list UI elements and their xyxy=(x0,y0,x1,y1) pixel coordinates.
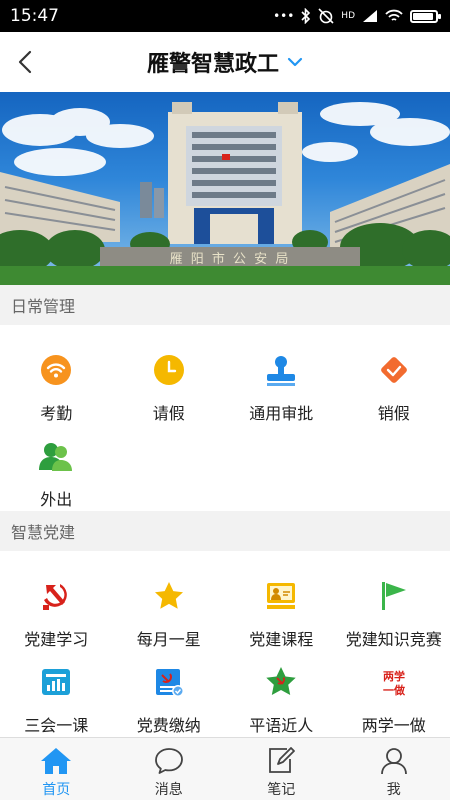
tab-messages[interactable]: 消息 xyxy=(113,738,226,800)
alarm-off-icon xyxy=(318,8,334,24)
grid-label: 考勤 xyxy=(40,404,73,423)
chevron-down-icon[interactable] xyxy=(287,57,303,67)
handshake-icon xyxy=(377,353,411,387)
section-header-daily-management: 日常管理 xyxy=(0,285,450,325)
grid-item-monthly-star[interactable]: 每月一星 xyxy=(113,565,226,651)
tab-label: 我 xyxy=(386,782,401,798)
flag-icon xyxy=(377,579,411,613)
wifi-status-icon xyxy=(385,9,403,21)
user-icon xyxy=(380,748,407,775)
tab-label: 首页 xyxy=(42,782,71,798)
star-badge-icon xyxy=(264,665,298,699)
back-arrow-icon xyxy=(18,50,32,74)
grid-label: 请假 xyxy=(152,404,185,423)
tab-label: 消息 xyxy=(154,782,183,798)
grid-label: 党建学习 xyxy=(24,630,89,649)
grid-label: 党费缴纳 xyxy=(136,716,201,735)
grid-item-approachable-words[interactable]: 平语近人 xyxy=(225,651,338,737)
two-study-logo: 两学 一做 xyxy=(377,665,411,699)
bottom-tab-bar: 首页 消息 笔记 我 xyxy=(0,737,450,800)
grid-label: 销假 xyxy=(377,404,410,423)
svg-text:一做: 一做 xyxy=(383,683,406,697)
grid-label: 两学一做 xyxy=(361,716,426,735)
grid-item-party-fee[interactable]: 党费缴纳 xyxy=(113,651,226,737)
wifi-icon xyxy=(39,353,73,387)
grid-item-attendance[interactable]: 考勤 xyxy=(0,339,113,425)
grid-label: 每月一星 xyxy=(136,630,201,649)
hammer-sickle-icon xyxy=(39,579,73,613)
note-edit-icon xyxy=(269,747,296,773)
page-title[interactable]: 雁警智慧政工 xyxy=(147,46,279,78)
banner-sign-text: 雁 阳 市 公 安 局 xyxy=(169,252,291,267)
tab-notes[interactable]: 笔记 xyxy=(225,738,338,800)
status-icons: ••• HD xyxy=(273,8,441,24)
battery-icon xyxy=(410,9,441,23)
status-bar: 15:47 ••• HD xyxy=(0,0,450,32)
notification-dots-icon: ••• xyxy=(273,9,295,23)
chart-board-icon xyxy=(39,665,73,699)
network-type-label: HD xyxy=(341,11,355,21)
grid-label: 外出 xyxy=(40,490,73,509)
grid-item-cancel-leave[interactable]: 销假 xyxy=(338,339,450,425)
presentation-icon xyxy=(264,579,298,613)
grid-item-knowledge-contest[interactable]: 党建知识竞赛 xyxy=(338,565,450,651)
grid-label: 党建知识竞赛 xyxy=(345,630,442,649)
grid-item-party-course[interactable]: 党建课程 xyxy=(225,565,338,651)
grid-label: 通用审批 xyxy=(249,404,314,423)
signal-icon xyxy=(363,10,377,22)
section-header-smart-party-building: 智慧党建 xyxy=(0,511,450,551)
status-time: 15:47 xyxy=(10,6,59,26)
stamp-icon xyxy=(264,353,298,387)
svg-text:两学: 两学 xyxy=(383,669,405,683)
star-icon xyxy=(152,579,186,613)
grid-item-general-approval[interactable]: 通用审批 xyxy=(225,339,338,425)
message-icon xyxy=(154,748,183,774)
nav-title-wrap: 雁警智慧政工 xyxy=(0,32,450,92)
tab-label: 笔记 xyxy=(267,782,296,798)
tab-me[interactable]: 我 xyxy=(338,738,450,800)
home-icon xyxy=(41,748,72,774)
banner-image: 雁 阳 市 公 安 局 xyxy=(0,92,450,285)
nav-bar: 雁警智慧政工 xyxy=(0,32,450,92)
smart-party-building-grid: 党建学习 每月一星 党建课程 党建知识竞赛 三会一课 党费缴纳 平语近人 两学 … xyxy=(0,551,450,737)
grid-item-two-studies[interactable]: 两学 一做 两学一做 xyxy=(338,651,450,737)
grid-label: 平语近人 xyxy=(249,716,314,735)
clock-icon xyxy=(152,353,186,387)
party-fee-icon xyxy=(152,665,186,699)
tab-home[interactable]: 首页 xyxy=(0,738,113,800)
daily-management-grid: 考勤 请假 通用审批 销假 外出 xyxy=(0,325,450,511)
people-icon xyxy=(39,439,73,473)
grid-item-three-meetings[interactable]: 三会一课 xyxy=(0,651,113,737)
grid-item-go-out[interactable]: 外出 xyxy=(0,425,113,511)
grid-label: 三会一课 xyxy=(24,716,89,735)
grid-item-leave[interactable]: 请假 xyxy=(113,339,226,425)
grid-label: 党建课程 xyxy=(249,630,314,649)
back-button[interactable] xyxy=(0,32,50,92)
grid-item-party-study[interactable]: 党建学习 xyxy=(0,565,113,651)
bluetooth-icon xyxy=(301,8,311,24)
